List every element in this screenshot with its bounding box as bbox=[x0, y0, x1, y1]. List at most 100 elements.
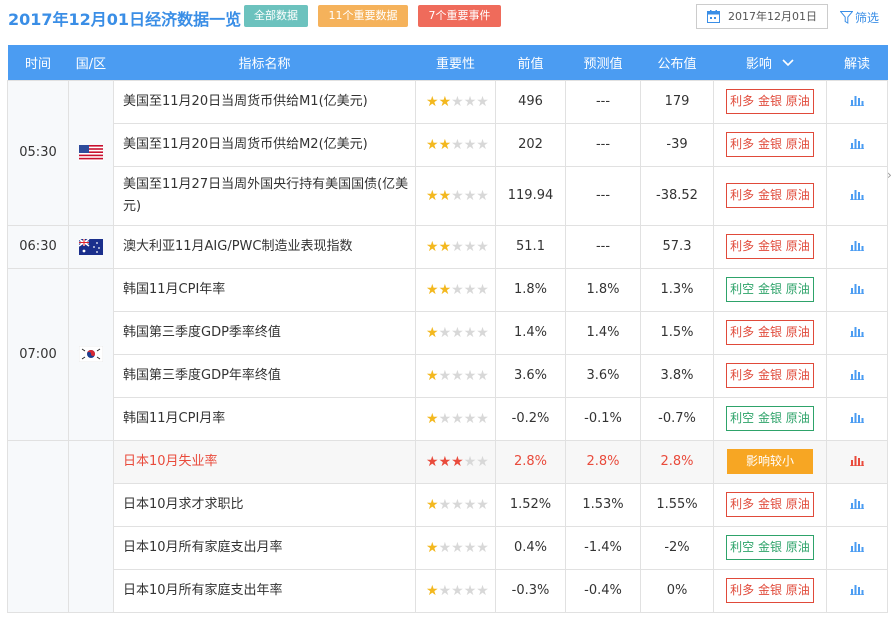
star-icon: ★ bbox=[451, 93, 464, 110]
col-impact[interactable]: 影响 bbox=[713, 45, 827, 80]
table-row: 韩国第三季度GDP季率终值 ★★★★★ 1.4% 1.4% 1.5% 利多 金银 原油 bbox=[8, 310, 888, 355]
scroll-right-icon[interactable]: › bbox=[887, 168, 892, 182]
impact-cell: 利多 金银 原油 bbox=[713, 122, 827, 167]
impact-cell: 利多 金银 原油 bbox=[713, 79, 827, 124]
star-icon: ★ bbox=[463, 367, 477, 384]
impact-badge[interactable]: 利多 金银 原油 bbox=[726, 234, 814, 259]
actual-value: 179 bbox=[640, 79, 714, 124]
bar-chart-icon[interactable] bbox=[850, 239, 864, 255]
star-icon: ★ bbox=[451, 410, 464, 427]
filter-label: 筛选 bbox=[855, 11, 880, 25]
impact-badge[interactable]: 利空 金银 原油 bbox=[726, 277, 814, 302]
bar-chart-icon[interactable] bbox=[850, 411, 864, 427]
previous-value: 496 bbox=[495, 79, 566, 124]
importance-cell: ★★★★★ bbox=[415, 165, 496, 226]
forecast-value: 1.8% bbox=[565, 267, 641, 312]
previous-value: 1.8% bbox=[495, 267, 566, 312]
impact-badge[interactable]: 利多 金银 原油 bbox=[726, 492, 814, 517]
table-row: 日本10月所有家庭支出年率 ★★★★★ -0.3% -0.4% 0% 利多 金银 原油 bbox=[8, 568, 888, 613]
actual-value: 1.55% bbox=[640, 482, 714, 527]
star-icon: ★ bbox=[426, 539, 439, 556]
star-icon: ★ bbox=[451, 187, 464, 204]
indicator-name[interactable]: 韩国第三季度GDP年率终值 bbox=[113, 353, 416, 398]
impact-badge[interactable]: 利多 金银 原油 bbox=[726, 132, 814, 157]
filter-button[interactable]: 筛选 bbox=[839, 9, 880, 26]
kr-flag-icon bbox=[78, 345, 104, 363]
star-icon: ★ bbox=[451, 136, 464, 153]
star-icon: ★ bbox=[476, 496, 489, 513]
us-flag-icon bbox=[79, 144, 103, 161]
actual-value: 2.8% bbox=[640, 439, 714, 484]
star-icon: ★ bbox=[426, 136, 439, 153]
time-cell bbox=[7, 439, 69, 613]
previous-value: 1.4% bbox=[495, 310, 566, 355]
indicator-name[interactable]: 美国至11月20日当周货币供给M1(亿美元) bbox=[113, 79, 416, 124]
indicator-name[interactable]: 日本10月所有家庭支出年率 bbox=[113, 568, 416, 613]
interpretation-cell bbox=[826, 353, 888, 398]
star-icon: ★ bbox=[426, 324, 439, 341]
star-icon: ★ bbox=[451, 453, 464, 470]
impact-badge[interactable]: 利多 金银 原油 bbox=[726, 363, 814, 388]
bar-chart-icon[interactable] bbox=[850, 282, 864, 298]
indicator-name[interactable]: 韩国11月CPI月率 bbox=[113, 396, 416, 441]
star-icon: ★ bbox=[438, 238, 452, 255]
col-time: 时间 bbox=[7, 45, 69, 80]
indicator-name[interactable]: 美国至11月27日当周外国央行持有美国国债(亿美元) bbox=[113, 165, 416, 226]
table-row: 06:30 澳大利亚11月AIG/PWC制造业表现指数 ★★★★★ 51.1 --- 57… bbox=[7, 224, 888, 269]
impact-badge[interactable]: 利多 金银 原油 bbox=[726, 89, 814, 114]
interpretation-cell bbox=[826, 79, 888, 124]
indicator-name[interactable]: 日本10月所有家庭支出月率 bbox=[113, 525, 416, 570]
star-icon: ★ bbox=[463, 410, 477, 427]
indicator-name[interactable]: 美国至11月20日当周货币供给M2(亿美元) bbox=[113, 122, 416, 167]
actual-value: 3.8% bbox=[640, 353, 714, 398]
indicator-name[interactable]: 韩国第三季度GDP季率终值 bbox=[113, 310, 416, 355]
star-icon: ★ bbox=[476, 582, 489, 599]
forecast-value: 3.6% bbox=[565, 353, 641, 398]
impact-cell: 利多 金银 原油 bbox=[713, 568, 827, 613]
bar-chart-icon[interactable] bbox=[850, 137, 864, 153]
star-icon: ★ bbox=[463, 496, 477, 513]
time-cell: 05:30 bbox=[7, 79, 69, 226]
interpretation-cell bbox=[826, 122, 888, 167]
indicator-name[interactable]: 日本10月失业率 bbox=[113, 439, 416, 484]
star-icon: ★ bbox=[463, 324, 477, 341]
tag-important-events[interactable]: 7个重要事件 bbox=[418, 5, 501, 27]
date-picker[interactable]: 2017年12月01日 bbox=[696, 4, 828, 29]
tag-important-data[interactable]: 11个重要数据 bbox=[318, 5, 408, 27]
star-icon: ★ bbox=[438, 410, 452, 427]
impact-cell: 利多 金银 原油 bbox=[713, 165, 827, 226]
indicator-name[interactable]: 日本10月求才求职比 bbox=[113, 482, 416, 527]
impact-cell: 利多 金银 原油 bbox=[713, 353, 827, 398]
bar-chart-icon[interactable] bbox=[850, 497, 864, 513]
bar-chart-icon[interactable] bbox=[850, 188, 864, 204]
impact-badge[interactable]: 利多 金银 原油 bbox=[726, 578, 814, 603]
impact-badge[interactable]: 利空 金银 原油 bbox=[726, 535, 814, 560]
star-icon: ★ bbox=[438, 93, 452, 110]
bar-chart-icon[interactable] bbox=[850, 583, 864, 599]
actual-value: 57.3 bbox=[640, 224, 714, 269]
indicator-name[interactable]: 澳大利亚11月AIG/PWC制造业表现指数 bbox=[113, 224, 416, 269]
bar-chart-icon[interactable] bbox=[850, 325, 864, 341]
bar-chart-icon[interactable] bbox=[850, 368, 864, 384]
impact-badge[interactable]: 利多 金银 原油 bbox=[726, 320, 814, 345]
star-icon: ★ bbox=[438, 324, 452, 341]
impact-badge[interactable]: 利多 金银 原油 bbox=[726, 183, 814, 208]
previous-value: 202 bbox=[495, 122, 566, 167]
tag-all-data[interactable]: 全部数据 bbox=[244, 5, 308, 27]
bar-chart-icon[interactable] bbox=[850, 454, 864, 470]
star-icon: ★ bbox=[476, 93, 489, 110]
table-row: 05:30 美国至11月20日当周货币供给M1(亿美元) ★★★★★ 496 --- 17… bbox=[7, 79, 888, 226]
indicator-name[interactable]: 韩国11月CPI年率 bbox=[113, 267, 416, 312]
forecast-value: --- bbox=[565, 79, 641, 124]
impact-badge[interactable]: 影响较小 bbox=[727, 449, 813, 474]
star-icon: ★ bbox=[476, 136, 489, 153]
actual-value: -2% bbox=[640, 525, 714, 570]
importance-cell: ★★★★★ bbox=[415, 568, 496, 613]
star-icon: ★ bbox=[426, 453, 439, 470]
bar-chart-icon[interactable] bbox=[850, 94, 864, 110]
col-indicator: 指标名称 bbox=[113, 45, 416, 80]
star-icon: ★ bbox=[463, 238, 477, 255]
impact-badge[interactable]: 利空 金银 原油 bbox=[726, 406, 814, 431]
star-icon: ★ bbox=[438, 367, 452, 384]
bar-chart-icon[interactable] bbox=[850, 540, 864, 556]
